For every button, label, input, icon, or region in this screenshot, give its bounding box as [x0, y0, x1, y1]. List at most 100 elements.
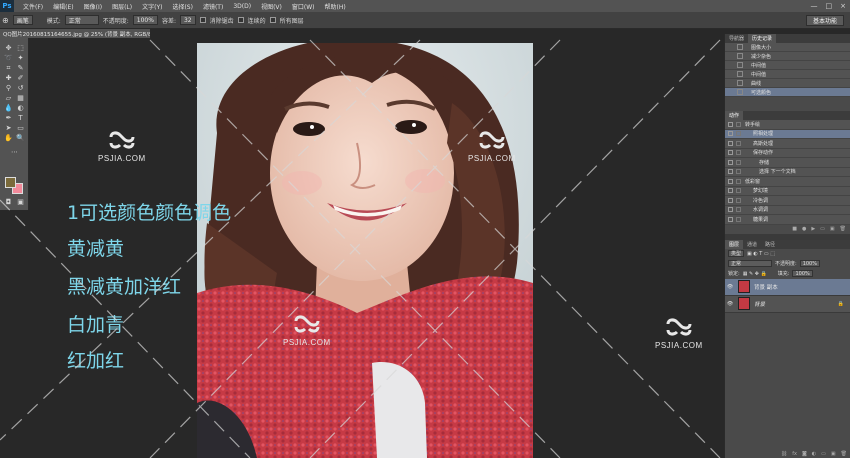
action-item[interactable]: 水调调 — [725, 205, 850, 215]
action-toggle-checkbox[interactable] — [728, 150, 733, 156]
brush-tool-icon[interactable]: ✐ — [16, 74, 25, 82]
healing-tool-icon[interactable]: ✚ — [4, 74, 13, 82]
action-toggle-checkbox[interactable] — [728, 159, 733, 165]
marquee-tool-icon[interactable]: ⬚ — [16, 44, 25, 52]
action-item[interactable]: 糖果调 — [725, 215, 850, 225]
magic-wand-tool-icon[interactable]: ✦ — [16, 54, 25, 62]
blend-mode-select[interactable]: 正常 — [728, 260, 772, 267]
foreground-color-swatch[interactable] — [5, 177, 16, 188]
lasso-tool-icon[interactable]: ➰ — [4, 54, 13, 62]
new-set-icon[interactable]: ▭ — [820, 226, 825, 232]
tab-channels[interactable]: 通道 — [743, 240, 761, 249]
shape-tool-icon[interactable]: ▭ — [16, 124, 25, 132]
history-item-selected[interactable]: 可选颜色 — [725, 88, 850, 97]
action-dialog-toggle[interactable] — [736, 207, 741, 213]
menu-filter[interactable]: 滤镜(T) — [198, 2, 228, 11]
action-dialog-toggle[interactable] — [736, 178, 741, 184]
new-layer-icon[interactable]: ▣ — [831, 451, 836, 457]
hand-tool-icon[interactable]: ✋ — [4, 134, 13, 142]
history-brush-tool-icon[interactable]: ↺ — [16, 84, 25, 92]
tab-layers[interactable]: 图层 — [725, 239, 744, 249]
action-item[interactable]: 选择 下一个文档 — [725, 167, 850, 177]
lock-icons[interactable]: ▦ ✎ ✥ 🔒 — [743, 271, 767, 277]
menu-type[interactable]: 文字(Y) — [137, 2, 167, 11]
menu-layer[interactable]: 图层(L) — [107, 2, 137, 11]
action-dialog-toggle[interactable] — [736, 216, 741, 222]
menu-image[interactable]: 图像(I) — [79, 2, 107, 11]
action-dialog-toggle[interactable] — [736, 140, 741, 146]
visibility-eye-icon[interactable]: 👁 — [725, 301, 735, 307]
stamp-tool-icon[interactable]: ⚲ — [4, 84, 13, 92]
add-mask-icon[interactable]: ◙ — [802, 451, 807, 457]
mode-select[interactable]: 正常 — [64, 15, 99, 25]
zoom-tool-icon[interactable]: 🔍 — [16, 134, 25, 142]
action-dialog-toggle[interactable] — [736, 169, 741, 175]
record-icon[interactable]: ● — [802, 226, 806, 232]
action-toggle-checkbox[interactable] — [728, 131, 733, 137]
tool-preset-select[interactable]: 画笔 — [12, 15, 33, 25]
action-dialog-toggle[interactable] — [736, 159, 741, 165]
menu-window[interactable]: 窗口(W) — [287, 2, 320, 11]
tab-navigator[interactable]: 导航器 — [725, 34, 748, 43]
action-item[interactable]: 存储 — [725, 158, 850, 168]
blur-tool-icon[interactable]: 💧 — [4, 104, 13, 112]
history-item[interactable]: 减少杂色 — [725, 52, 850, 61]
menu-view[interactable]: 视图(V) — [256, 2, 287, 11]
menu-edit[interactable]: 编辑(E) — [48, 2, 78, 11]
antialias-checkbox[interactable] — [199, 17, 206, 23]
all-layers-checkbox[interactable] — [269, 17, 276, 23]
action-toggle-checkbox[interactable] — [728, 188, 733, 194]
menu-3d[interactable]: 3D(D) — [228, 3, 256, 10]
screen-mode-icon[interactable]: ▣ — [16, 198, 25, 206]
action-item[interactable]: 低彩窗 — [725, 177, 850, 187]
quick-mask-icon[interactable]: ◘ — [4, 198, 13, 206]
tab-actions[interactable]: 动作 — [725, 111, 744, 120]
layer-opacity-input[interactable]: 100% — [799, 260, 820, 267]
gradient-tool-icon[interactable]: ▦ — [16, 94, 25, 102]
menu-help[interactable]: 帮助(H) — [320, 2, 351, 11]
document-tab[interactable]: QQ图片20160815164655.jpg @ 25% (背景 副本, RGB… — [0, 29, 150, 38]
new-group-icon[interactable]: ▭ — [821, 451, 826, 457]
action-dialog-toggle[interactable] — [736, 121, 741, 127]
action-dialog-toggle[interactable] — [736, 131, 741, 137]
close-button[interactable]: × — [840, 2, 846, 10]
action-item[interactable]: 高斯处理 — [725, 139, 850, 149]
link-layers-icon[interactable]: ⛓ — [781, 451, 787, 457]
tolerance-input[interactable]: 32 — [179, 15, 196, 25]
filter-icons[interactable]: ▣ ◐ T ▭ ⬚ — [747, 251, 775, 257]
layer-row[interactable]: 👁 背景 🔒 — [725, 295, 850, 313]
fx-icon[interactable]: fx — [792, 451, 797, 457]
tool-preset-icon[interactable]: ⊕ — [2, 16, 9, 25]
history-item[interactable]: 中间值 — [725, 61, 850, 70]
action-toggle-checkbox[interactable] — [728, 216, 733, 222]
path-select-tool-icon[interactable]: ➤ — [4, 124, 13, 132]
action-dialog-toggle[interactable] — [736, 188, 741, 194]
canvas-photo[interactable] — [197, 43, 533, 458]
delete-icon[interactable]: 🗑 — [840, 226, 846, 232]
tab-history[interactable]: 历史记录 — [748, 34, 777, 43]
menu-file[interactable]: 文件(F) — [18, 2, 48, 11]
history-item[interactable]: 曲线 — [725, 79, 850, 88]
contiguous-checkbox[interactable] — [237, 17, 244, 23]
action-item[interactable]: 梦幻境 — [725, 186, 850, 196]
action-toggle-checkbox[interactable] — [728, 207, 733, 213]
action-toggle-checkbox[interactable] — [728, 178, 733, 184]
opacity-input[interactable]: 100% — [132, 15, 158, 25]
action-item[interactable]: 冷色调 — [725, 196, 850, 206]
tab-paths[interactable]: 路径 — [761, 240, 779, 249]
action-item[interactable]: 保存动作 — [725, 148, 850, 158]
dodge-tool-icon[interactable]: ◐ — [16, 104, 25, 112]
action-item[interactable]: 照相处理 — [725, 129, 850, 139]
eyedropper-tool-icon[interactable]: ✎ — [16, 64, 25, 72]
maximize-button[interactable]: □ — [826, 2, 833, 10]
action-dialog-toggle[interactable] — [736, 197, 741, 203]
eraser-tool-icon[interactable]: ▱ — [4, 94, 13, 102]
pen-tool-icon[interactable]: ✒ — [4, 114, 13, 122]
visibility-eye-icon[interactable]: 👁 — [725, 284, 735, 290]
menu-select[interactable]: 选择(S) — [167, 2, 198, 11]
action-toggle-checkbox[interactable] — [728, 140, 733, 146]
stop-icon[interactable]: ■ — [792, 226, 797, 232]
more-tools-icon[interactable]: ⋯ — [10, 148, 19, 156]
history-item[interactable]: 图像大小 — [725, 43, 850, 52]
fill-input[interactable]: 100% — [792, 270, 813, 277]
